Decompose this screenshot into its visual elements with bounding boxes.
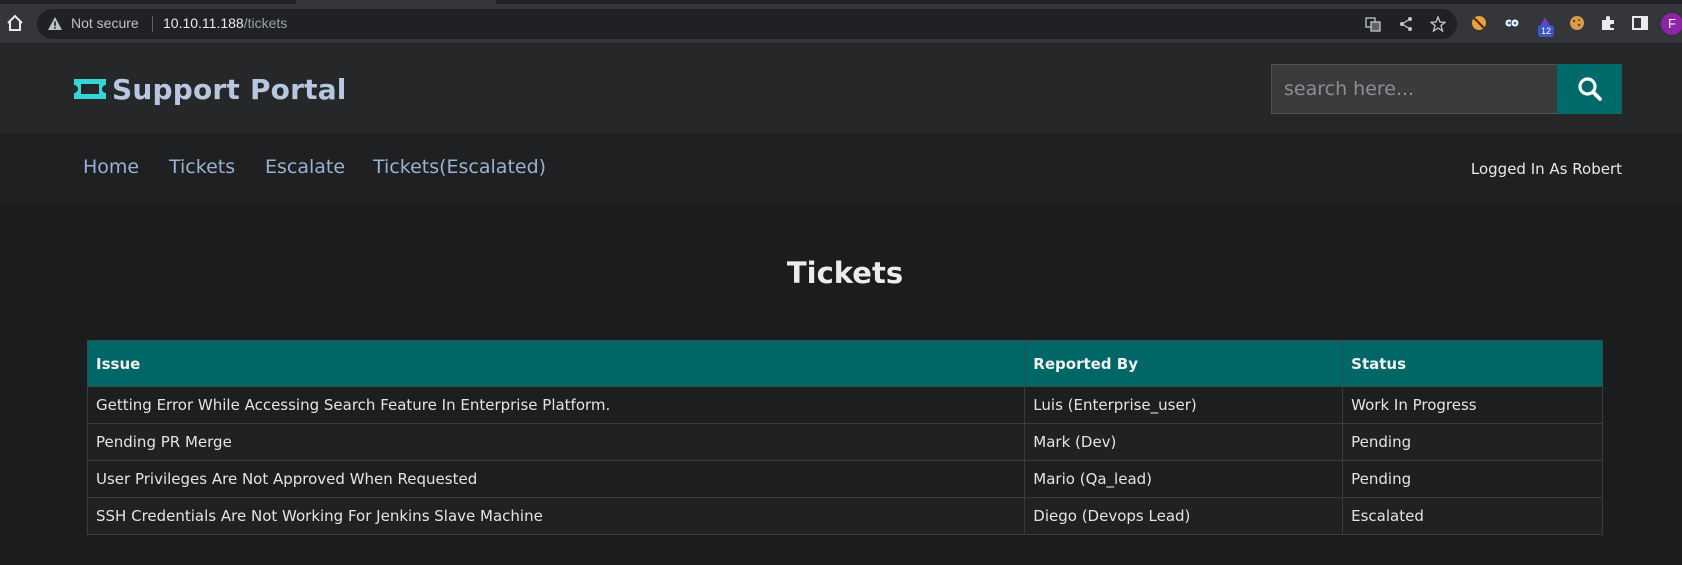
cell-issue: Getting Error While Accessing Search Fea… — [86, 386, 1026, 424]
puzzle-extensions-icon[interactable] — [1599, 14, 1617, 32]
extension-icon-2[interactable] — [1503, 14, 1521, 32]
bookmark-star-icon[interactable] — [1430, 16, 1446, 32]
side-panel-icon[interactable] — [1631, 14, 1649, 32]
table-row: Pending PR Merge Mark (Dev) Pending — [86, 423, 1603, 461]
logged-in-status: Logged In As Robert — [1470, 160, 1622, 178]
nav-tickets-escalated[interactable]: Tickets(Escalated) — [373, 156, 546, 178]
share-icon[interactable] — [1398, 16, 1414, 32]
address-bar[interactable]: Not secure 10.10.11.188/tickets — [37, 9, 1457, 39]
search-icon — [1577, 77, 1602, 101]
cell-issue: SSH Credentials Are Not Working For Jenk… — [86, 497, 1026, 535]
search-button[interactable] — [1557, 64, 1622, 114]
tab-strip — [0, 0, 1682, 4]
profile-avatar[interactable]: F — [1661, 13, 1682, 35]
nav-home[interactable]: Home — [83, 156, 139, 178]
cell-reported-by: Diego (Devops Lead) — [1024, 497, 1344, 535]
table-row: User Privileges Are Not Approved When Re… — [86, 460, 1603, 498]
nav-escalate[interactable]: Escalate — [265, 156, 345, 178]
column-header-reported-by: Reported By — [1024, 340, 1344, 387]
site-header: Support Portal — [0, 44, 1682, 134]
extension-icon-1[interactable] — [1470, 14, 1488, 32]
logo-text: Support Portal — [112, 72, 347, 106]
browser-toolbar: Not secure 10.10.11.188/tickets 12 F — [0, 0, 1682, 44]
cell-status: Escalated — [1342, 497, 1603, 535]
page-title: Tickets — [786, 256, 904, 290]
search-input[interactable] — [1271, 64, 1558, 114]
nav-tickets[interactable]: Tickets — [169, 156, 235, 178]
extension-badge: 12 — [1538, 25, 1555, 37]
cell-status: Work In Progress — [1342, 386, 1603, 424]
active-tab[interactable] — [296, 0, 496, 4]
logo[interactable]: Support Portal — [72, 72, 347, 106]
url-divider — [152, 16, 153, 32]
tickets-table: Issue Reported By Status Getting Error W… — [86, 340, 1603, 535]
table-row: SSH Credentials Are Not Working For Jenk… — [86, 497, 1603, 535]
cell-issue: User Privileges Are Not Approved When Re… — [86, 460, 1026, 498]
url-text[interactable]: 10.10.11.188/tickets — [163, 15, 287, 31]
main-nav: Home Tickets Escalate Tickets(Escalated)… — [0, 134, 1682, 204]
table-header-row: Issue Reported By Status — [86, 340, 1603, 387]
cell-issue: Pending PR Merge — [86, 423, 1026, 461]
column-header-issue: Issue — [86, 340, 1026, 387]
column-header-status: Status — [1342, 340, 1603, 387]
table-row: Getting Error While Accessing Search Fea… — [86, 386, 1603, 424]
url-path: /tickets — [243, 15, 288, 31]
cell-status: Pending — [1342, 460, 1603, 498]
home-icon[interactable] — [6, 14, 24, 32]
cookie-icon[interactable] — [1568, 14, 1586, 32]
security-label[interactable]: Not secure — [71, 15, 139, 31]
url-host: 10.10.11.188 — [163, 15, 244, 31]
cell-reported-by: Mario (Qa_lead) — [1024, 460, 1344, 498]
cell-reported-by: Mark (Dev) — [1024, 423, 1344, 461]
translate-icon[interactable] — [1365, 16, 1381, 32]
cell-reported-by: Luis (Enterprise_user) — [1024, 386, 1344, 424]
warning-icon[interactable] — [47, 16, 63, 32]
ticket-icon — [74, 79, 106, 99]
cell-status: Pending — [1342, 423, 1603, 461]
